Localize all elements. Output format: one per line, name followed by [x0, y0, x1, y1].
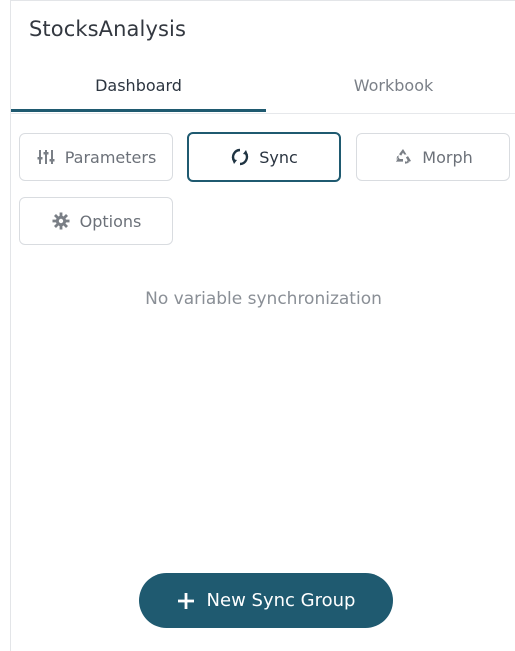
sliders-icon — [36, 147, 56, 167]
new-sync-group-label: New Sync Group — [206, 590, 356, 611]
tab-workbook-label: Workbook — [353, 76, 434, 95]
options-button[interactable]: Options — [19, 197, 173, 245]
sync-panel: StocksAnalysis Dashboard Workbook Parame… — [10, 0, 515, 651]
sync-icon — [230, 147, 250, 167]
tab-dashboard-label: Dashboard — [95, 76, 182, 95]
options-label: Options — [79, 211, 142, 231]
new-sync-group-button[interactable]: New Sync Group — [139, 573, 393, 628]
parameters-button[interactable]: Parameters — [19, 133, 173, 181]
tab-bar: Dashboard Workbook — [11, 69, 515, 114]
active-tab-indicator — [11, 109, 266, 112]
tab-workbook[interactable]: Workbook — [266, 69, 515, 111]
morph-label: Morph — [422, 147, 473, 167]
gear-icon — [51, 211, 71, 231]
recycle-icon — [393, 147, 413, 167]
empty-state-message: No variable synchronization — [145, 289, 382, 309]
page-title: StocksAnalysis — [29, 17, 186, 41]
tab-dashboard[interactable]: Dashboard — [11, 69, 266, 111]
sync-button[interactable]: Sync — [187, 132, 341, 182]
plus-icon — [177, 592, 195, 610]
sync-label: Sync — [259, 147, 298, 167]
parameters-label: Parameters — [64, 147, 157, 167]
morph-button[interactable]: Morph — [356, 133, 510, 181]
